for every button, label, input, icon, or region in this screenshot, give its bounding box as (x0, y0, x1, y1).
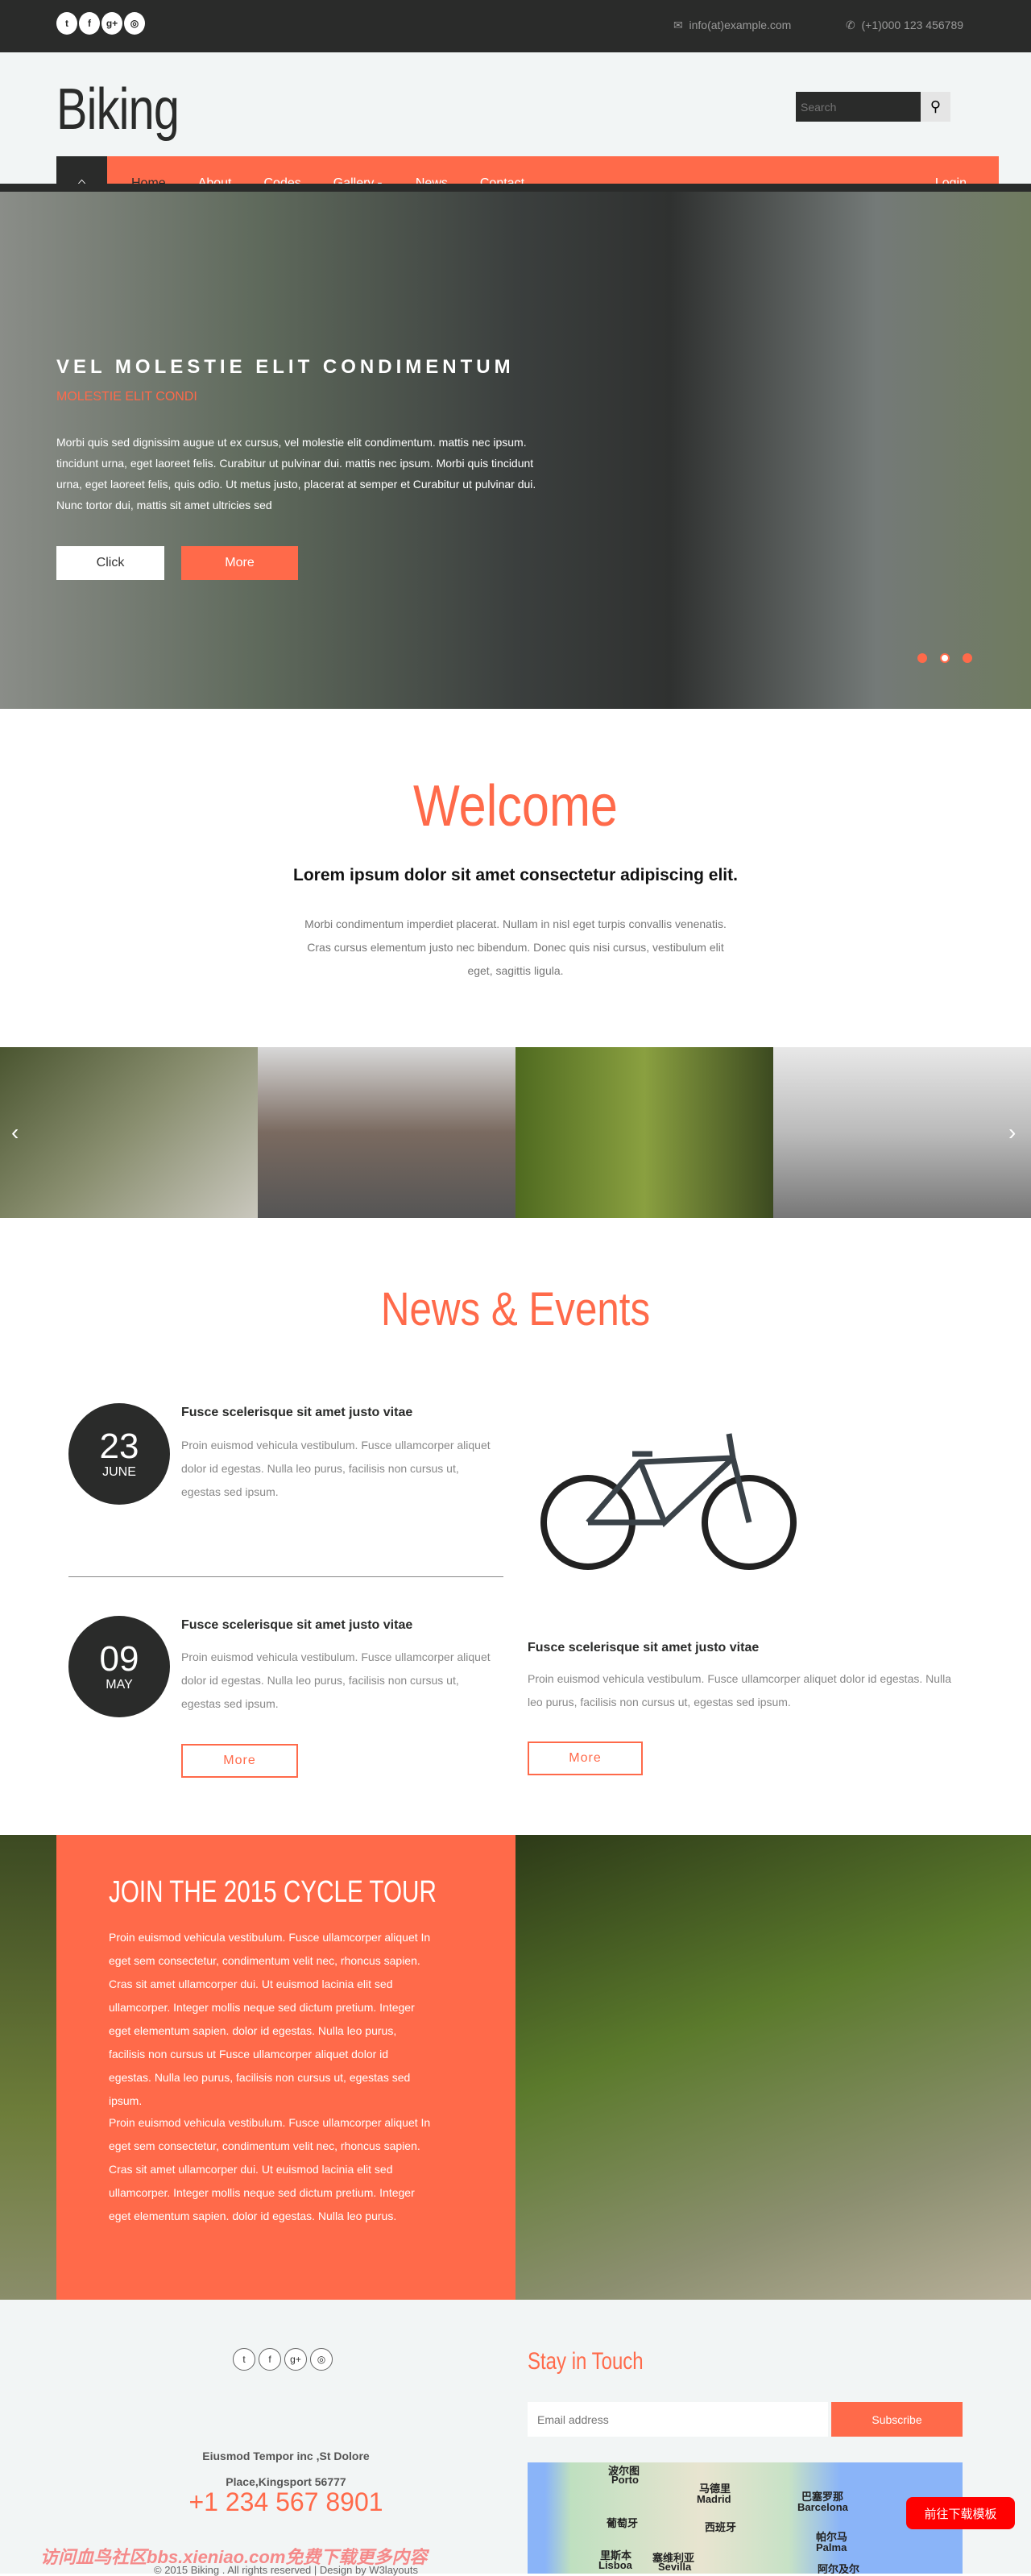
welcome-subtitle: Lorem ipsum dolor sit amet consectetur a… (293, 866, 738, 884)
dribbble-icon[interactable]: ◎ (310, 2348, 333, 2371)
twitter-icon[interactable]: t (233, 2348, 255, 2371)
phone-info: ✆ (+1)000 123 456789 (846, 19, 964, 31)
footer-social: t f g+ ◎ (233, 2348, 336, 2371)
google-plus-icon[interactable]: g+ (101, 12, 122, 35)
facebook-icon[interactable]: f (259, 2348, 281, 2371)
news-item-title[interactable]: Fusce scelerisque sit amet justo vitae (181, 1406, 412, 1420)
search-form: ⚲ (796, 92, 950, 122)
logo[interactable]: Biking (56, 77, 180, 143)
news-item-text: Proin euismod vehicula vestibulum. Fusce… (181, 1439, 491, 1498)
copyright: © 2015 Biking . All rights reserved | De… (154, 2564, 418, 2576)
chevron-left-icon[interactable]: ‹ (11, 1120, 19, 1145)
social-links: t f g+ ◎ (56, 12, 147, 35)
news-title: News & Events (380, 1283, 651, 1336)
bicycle-image (540, 1433, 797, 1570)
date-badge: 09 MAY (68, 1616, 170, 1717)
hero-more-button[interactable]: More (181, 546, 298, 580)
map[interactable]: 波尔图 Porto 马德里 Madrid 巴塞罗那 Barcelona 葡萄牙 … (528, 2462, 963, 2574)
welcome-title: Welcome (413, 774, 618, 839)
click-button[interactable]: Click (56, 546, 164, 580)
tour-panel: JOIN THE 2015 CYCLE TOUR Proin euismod v… (56, 1835, 516, 2300)
date-badge: 23 JUNE (68, 1403, 170, 1505)
gallery-image-1[interactable] (0, 1047, 258, 1218)
tour-text: Proin euismod vehicula vestibulum. Fusce… (109, 1931, 431, 2107)
news-item-title[interactable]: Fusce scelerisque sit amet justo vitae (181, 1618, 412, 1633)
slide-dot[interactable] (917, 653, 927, 663)
feature-title[interactable]: Fusce scelerisque sit amet justo vitae (528, 1641, 759, 1655)
tour-title: JOIN THE 2015 CYCLE TOUR (109, 1875, 437, 1909)
hero-title: VEL MOLESTIE ELIT CONDIMENTUM (56, 356, 515, 378)
gallery-image-2[interactable] (258, 1047, 516, 1218)
mail-icon: ✉ (673, 19, 683, 31)
download-template-button[interactable]: 前往下载模板 (906, 2497, 1015, 2529)
stay-in-touch-title: Stay in Touch (528, 2348, 644, 2375)
slide-dot-active[interactable] (940, 653, 950, 663)
hero-text: Morbi quis sed dignissim augue ut ex cur… (56, 436, 536, 511)
facebook-icon[interactable]: f (79, 12, 100, 35)
footer-phone: +1 234 567 8901 (188, 2487, 383, 2516)
divider (68, 1576, 503, 1577)
search-input[interactable] (796, 92, 921, 122)
tour-side-image (0, 1835, 56, 2300)
gallery-image-3[interactable] (516, 1047, 773, 1218)
welcome-text: Morbi condimentum imperdiet placerat. Nu… (304, 917, 727, 977)
subscribe-button[interactable]: Subscribe (831, 2402, 963, 2437)
email-info: ✉ info(at)example.com (673, 19, 792, 31)
phone-icon: ✆ (846, 19, 855, 31)
search-icon: ⚲ (930, 98, 942, 114)
cyclists-photo (516, 1835, 1031, 2300)
feature-more-button[interactable]: More (528, 1741, 643, 1775)
dribbble-icon[interactable]: ◎ (124, 12, 145, 35)
email-input[interactable] (528, 2402, 828, 2437)
hero-subtitle: MOLESTIE ELIT CONDI (56, 390, 197, 404)
chevron-right-icon[interactable]: › (1008, 1120, 1016, 1145)
top-bar: t f g+ ◎ ✉ info(at)example.com ✆ (+1)000 12… (0, 0, 1031, 52)
twitter-icon[interactable]: t (56, 12, 77, 35)
search-button[interactable]: ⚲ (921, 92, 950, 122)
feature-text: Proin euismod vehicula vestibulum. Fusce… (528, 1672, 952, 1708)
news-more-button[interactable]: More (181, 1744, 298, 1778)
news-item-text: Proin euismod vehicula vestibulum. Fusce… (181, 1650, 491, 1710)
gallery-image-4[interactable] (773, 1047, 1031, 1218)
google-plus-icon[interactable]: g+ (284, 2348, 307, 2371)
slide-dot[interactable] (963, 653, 972, 663)
tour-text: Proin euismod vehicula vestibulum. Fusce… (109, 2116, 431, 2222)
